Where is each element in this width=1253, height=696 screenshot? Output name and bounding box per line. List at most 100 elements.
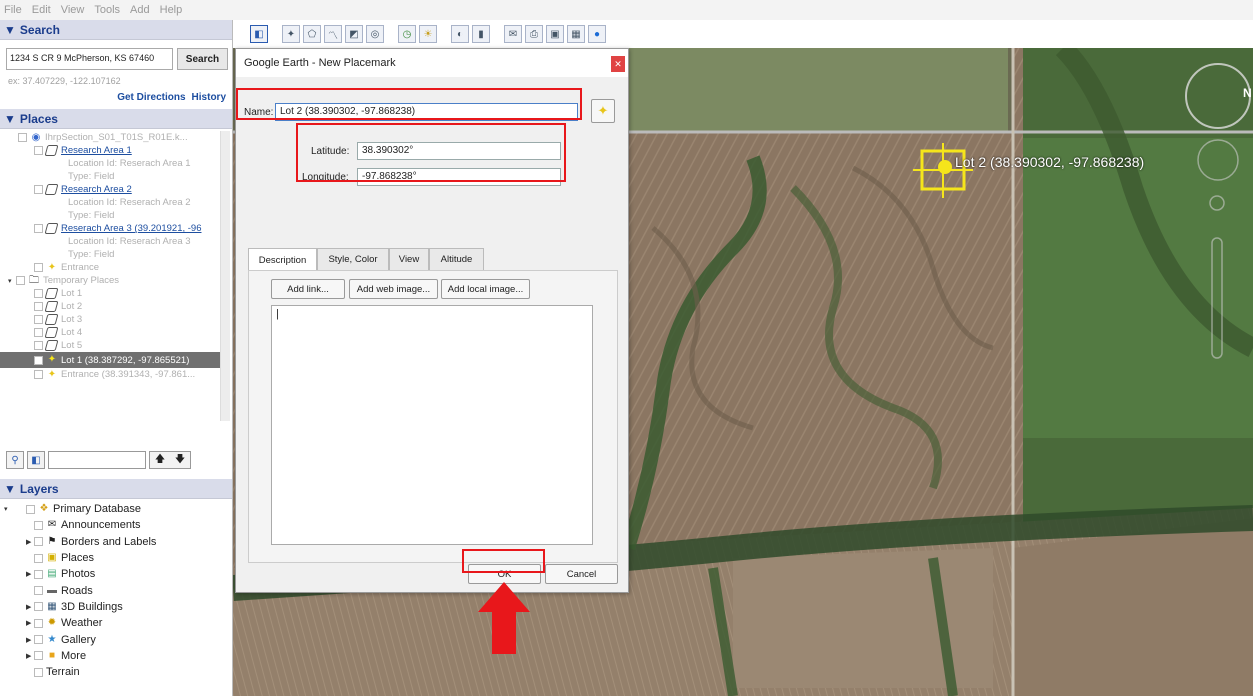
menu-tools[interactable]: Tools <box>94 4 120 16</box>
search-icon[interactable]: ⚲ <box>6 451 24 469</box>
expand-arrow-icon[interactable]: ▾ <box>4 505 12 513</box>
expand-arrow-icon[interactable]: ▶ <box>26 652 34 660</box>
cancel-button[interactable]: Cancel <box>545 564 618 584</box>
checkbox[interactable] <box>34 315 43 324</box>
arrow-down-icon[interactable]: 🡇 <box>175 452 185 469</box>
list-item[interactable]: Lot 4 <box>0 326 232 339</box>
place-label[interactable]: Reserach Area 3 (39.201921, -96 <box>61 223 201 234</box>
expand-arrow-icon[interactable]: ▶ <box>26 619 34 627</box>
checkbox[interactable] <box>34 586 43 596</box>
list-item[interactable]: ✦ Entrance <box>0 261 232 274</box>
checkbox[interactable] <box>26 504 35 514</box>
close-icon[interactable]: ✕ <box>611 56 625 72</box>
list-item[interactable]: ◉ IhrpSection_S01_T01S_R01E.k... <box>0 131 232 144</box>
menu-edit[interactable]: Edit <box>32 4 51 16</box>
places-filter-input[interactable] <box>48 451 146 469</box>
expand-arrow-icon[interactable]: ▶ <box>26 538 34 546</box>
earth-icon[interactable]: ● <box>588 25 606 43</box>
checkbox[interactable] <box>34 185 43 194</box>
search-button[interactable]: Search <box>176 48 228 70</box>
expand-arrow-icon[interactable]: ▶ <box>26 603 34 611</box>
checkbox[interactable] <box>34 618 43 628</box>
tab-altitude[interactable]: Altitude <box>429 248 484 270</box>
checkbox[interactable] <box>34 370 43 379</box>
list-item[interactable]: ✦ Entrance (38.391343, -97.861... <box>0 368 232 381</box>
search-panel-header[interactable]: ▼ Search <box>0 20 232 40</box>
add-overlay-icon[interactable]: ◩ <box>345 25 363 43</box>
arrow-up-icon[interactable]: 🡅 <box>155 452 165 469</box>
list-item[interactable]: ▾ 🗀 Temporary Places <box>0 274 232 287</box>
list-item[interactable]: ▬ Roads <box>0 582 232 598</box>
list-item[interactable]: ▶ ■ More <box>0 648 232 664</box>
list-item[interactable]: ▾ ❖ Primary Database <box>0 501 232 517</box>
checkbox[interactable] <box>34 569 43 579</box>
save-image-icon[interactable]: ▣ <box>546 25 564 43</box>
checkbox[interactable] <box>34 224 43 233</box>
checkbox[interactable] <box>34 635 43 645</box>
expand-arrow-icon[interactable]: ▶ <box>26 570 34 578</box>
checkbox[interactable] <box>18 133 27 142</box>
description-textarea[interactable]: | <box>271 305 593 545</box>
record-tour-icon[interactable]: ◎ <box>366 25 384 43</box>
longitude-field[interactable]: -97.868238° <box>357 168 561 186</box>
view-in-maps-icon[interactable]: ▦ <box>567 25 585 43</box>
ruler-icon[interactable]: ▮ <box>472 25 490 43</box>
add-web-image-button[interactable]: Add web image... <box>349 279 438 299</box>
list-item[interactable]: Reserach Area 3 (39.201921, -96 <box>0 222 232 235</box>
list-item[interactable]: ▶ ▦ 3D Buildings <box>0 599 232 615</box>
list-item[interactable]: ✉ Announcements <box>0 517 232 533</box>
checkbox[interactable] <box>34 537 43 547</box>
checkbox[interactable] <box>34 355 43 365</box>
list-item[interactable]: Lot 2 <box>0 300 232 313</box>
tab-description[interactable]: Description <box>248 248 317 271</box>
list-item[interactable]: ▣ Places <box>0 550 232 566</box>
history-link[interactable]: History <box>192 92 226 103</box>
places-panel-header[interactable]: ▼ Places <box>0 109 232 129</box>
checkbox[interactable] <box>34 341 43 350</box>
place-label[interactable]: Research Area 1 <box>61 145 132 156</box>
list-item[interactable]: Research Area 1 <box>0 144 232 157</box>
pushpin-style-button[interactable]: ✦ <box>591 99 615 123</box>
latitude-field[interactable]: 38.390302° <box>357 142 561 160</box>
checkbox[interactable] <box>34 146 43 155</box>
tab-view[interactable]: View <box>389 248 429 270</box>
checkbox[interactable] <box>34 602 43 612</box>
get-directions-link[interactable]: Get Directions <box>117 92 185 103</box>
list-item[interactable]: ▶ ⚑ Borders and Labels <box>0 534 232 550</box>
menu-help[interactable]: Help <box>160 4 183 16</box>
list-item[interactable]: Research Area 2 <box>0 183 232 196</box>
checkbox[interactable] <box>34 651 43 661</box>
add-polygon-icon[interactable]: ⬠ <box>303 25 321 43</box>
move-buttons[interactable]: 🡅 🡇 <box>149 451 191 469</box>
place-label[interactable]: Research Area 2 <box>61 184 132 195</box>
list-item[interactable]: ▶ ✹ Weather <box>0 615 232 631</box>
checkbox[interactable] <box>34 302 43 311</box>
tab-style-color[interactable]: Style, Color <box>317 248 389 270</box>
layers-panel-header[interactable]: ▼ Layers <box>0 479 232 499</box>
ok-button[interactable]: OK <box>468 564 541 584</box>
checkbox[interactable] <box>34 520 43 530</box>
sunlight-icon[interactable]: ☀ <box>419 25 437 43</box>
name-field[interactable]: Lot 2 (38.390302, -97.868238) <box>275 103 578 121</box>
menu-add[interactable]: Add <box>130 4 150 16</box>
checkbox[interactable] <box>34 263 43 272</box>
add-path-icon[interactable]: 〽 <box>324 25 342 43</box>
search-input[interactable]: 1234 S CR 9 McPherson, KS 67460 <box>6 48 173 70</box>
list-item[interactable]: ▶ ▤ Photos <box>0 566 232 582</box>
list-item[interactable]: ▶ ★ Gallery <box>0 631 232 647</box>
list-item[interactable]: Lot 5 <box>0 339 232 352</box>
panel-toggle-icon[interactable]: ◧ <box>27 451 45 469</box>
list-item[interactable]: Lot 1 <box>0 287 232 300</box>
add-placemark-icon[interactable]: ✦ <box>282 25 300 43</box>
checkbox[interactable] <box>34 667 43 677</box>
list-item[interactable]: Terrain <box>0 664 232 680</box>
menu-view[interactable]: View <box>61 4 85 16</box>
email-icon[interactable]: ✉ <box>504 25 522 43</box>
sidebar-toggle-icon[interactable]: ◧ <box>250 25 268 43</box>
expand-arrow-icon[interactable]: ▶ <box>26 636 34 644</box>
list-item[interactable]: Lot 3 <box>0 313 232 326</box>
add-local-image-button[interactable]: Add local image... <box>441 279 530 299</box>
add-link-button[interactable]: Add link... <box>271 279 345 299</box>
checkbox[interactable] <box>16 276 25 285</box>
historical-imagery-icon[interactable]: ◷ <box>398 25 416 43</box>
